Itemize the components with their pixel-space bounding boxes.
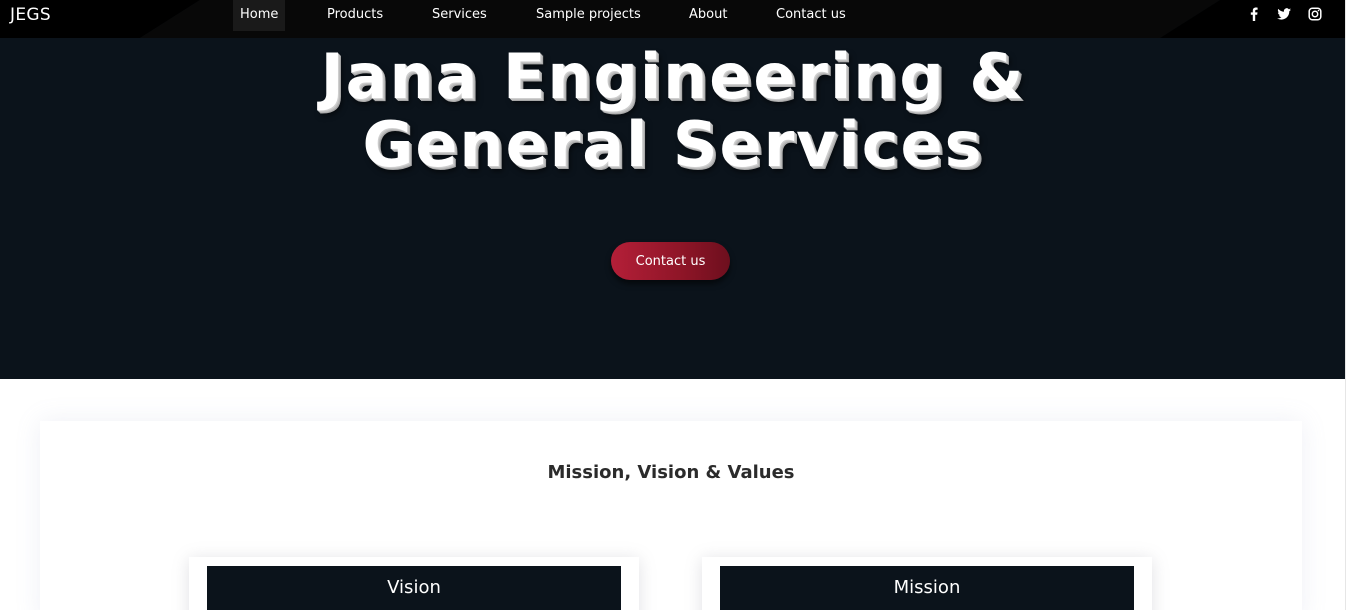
mission-card-title: Mission <box>720 566 1134 610</box>
brand-logo[interactable]: JEGS <box>10 5 51 25</box>
hero-section: Jana Engineering & General Services Cont… <box>0 38 1346 379</box>
vision-card-title: Vision <box>207 566 621 610</box>
twitter-icon[interactable] <box>1276 6 1292 22</box>
hero-title-line-1: Jana Engineering & <box>320 40 1026 113</box>
hero-title: Jana Engineering & General Services <box>0 43 1346 179</box>
nav-link-about[interactable]: About <box>689 0 727 31</box>
nav-link-contact-us[interactable]: Contact us <box>776 0 846 31</box>
facebook-icon[interactable] <box>1246 6 1262 22</box>
section-heading: Mission, Vision & Values <box>547 462 795 483</box>
navbar-band-decoration <box>0 0 1346 38</box>
nav-link-home[interactable]: Home <box>233 0 286 31</box>
nav-link-products[interactable]: Products <box>327 0 383 31</box>
hero-title-line-2: General Services <box>362 108 984 181</box>
nav-link-services[interactable]: Services <box>432 0 487 31</box>
contact-us-button[interactable]: Contact us <box>611 242 730 280</box>
mission-card: Mission <box>702 557 1152 610</box>
nav-link-sample-projects[interactable]: Sample projects <box>536 0 641 31</box>
vision-card: Vision <box>189 557 639 610</box>
instagram-icon[interactable] <box>1307 6 1323 22</box>
navbar: JEGS Home Products Services Sample proje… <box>0 0 1346 38</box>
mission-vision-values-section: Mission, Vision & Values Vision Mission <box>40 421 1302 610</box>
